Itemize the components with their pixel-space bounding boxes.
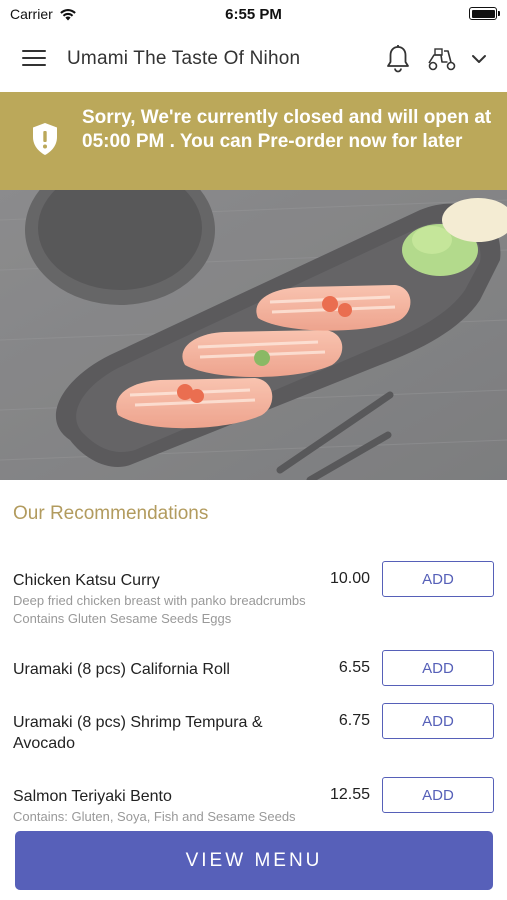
add-to-cart-button[interactable]: ADD [382, 561, 494, 597]
add-to-cart-button[interactable]: ADD [382, 703, 494, 739]
add-to-cart-button[interactable]: ADD [382, 777, 494, 813]
menu-icon[interactable] [22, 50, 46, 70]
chevron-down-icon[interactable] [470, 50, 488, 68]
add-to-cart-button[interactable]: ADD [382, 650, 494, 686]
menu-item-description: Deep fried chicken breast with panko bre… [13, 593, 306, 626]
status-bar: Carrier 6:55 PM [0, 0, 507, 28]
menu-item-description: Contains: Gluten, Soya, Fish and Sesame … [13, 809, 296, 824]
closed-message: Sorry, We're currently closed and will o… [82, 107, 492, 152]
status-time: 6:55 PM [225, 6, 282, 23]
recommendations-heading: Our Recommendations [13, 503, 209, 524]
app-header: Umami The Taste Of Nihon [0, 30, 507, 90]
menu-item-price: 10.00 [329, 570, 370, 587]
hero-image [0, 190, 507, 480]
menu-item-name: Uramaki (8 pcs) California Roll [13, 661, 230, 678]
menu-item-price: 6.75 [338, 712, 370, 729]
menu-item-name: Chicken Katsu Curry [13, 572, 160, 589]
sushi-photo [0, 190, 507, 480]
bell-icon[interactable] [385, 44, 411, 74]
delivery-scooter-icon[interactable] [427, 46, 457, 72]
menu-item-price: 12.55 [329, 786, 370, 803]
battery-icon [469, 7, 500, 20]
view-menu-button[interactable]: VIEW MENU [15, 831, 493, 890]
shield-alert-icon [33, 123, 57, 155]
menu-item-name: Uramaki (8 pcs) Shrimp Tempura & Avocado [13, 714, 263, 752]
menu-item-name: Salmon Teriyaki Bento [13, 788, 172, 805]
restaurant-title: Umami The Taste Of Nihon [67, 48, 301, 69]
menu-item-price: 6.55 [338, 659, 370, 676]
store-closed-banner: Sorry, We're currently closed and will o… [0, 92, 507, 190]
